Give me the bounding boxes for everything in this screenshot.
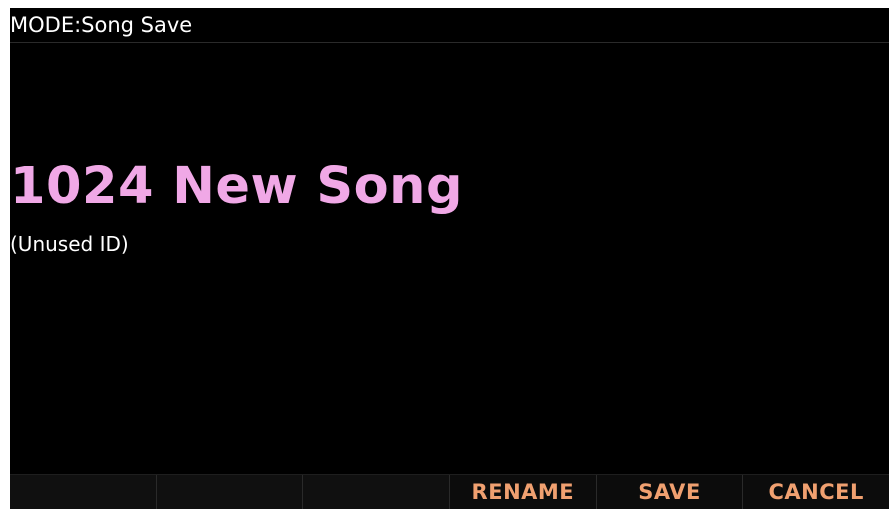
rename-button[interactable]: RENAME (450, 475, 597, 509)
softkey-2[interactable] (156, 475, 304, 509)
save-button[interactable]: SAVE (596, 475, 744, 509)
softkey-3[interactable] (303, 475, 451, 509)
song-name: New Song (172, 157, 463, 216)
song-id-status: (Unused ID) (10, 232, 129, 256)
mode-value: Song Save (81, 13, 193, 37)
softkey-1[interactable] (10, 475, 157, 509)
mode-bar: MODE:Song Save (10, 8, 889, 43)
display-screen: MODE:Song Save 1024 New Song (Unused ID)… (10, 8, 889, 509)
cancel-button[interactable]: CANCEL (743, 475, 889, 509)
song-id-and-name[interactable]: 1024 New Song (10, 154, 463, 220)
song-id: 1024 (10, 157, 154, 216)
softkey-bar: RENAME SAVE CANCEL (10, 474, 889, 509)
mode-label: MODE: (10, 13, 82, 37)
